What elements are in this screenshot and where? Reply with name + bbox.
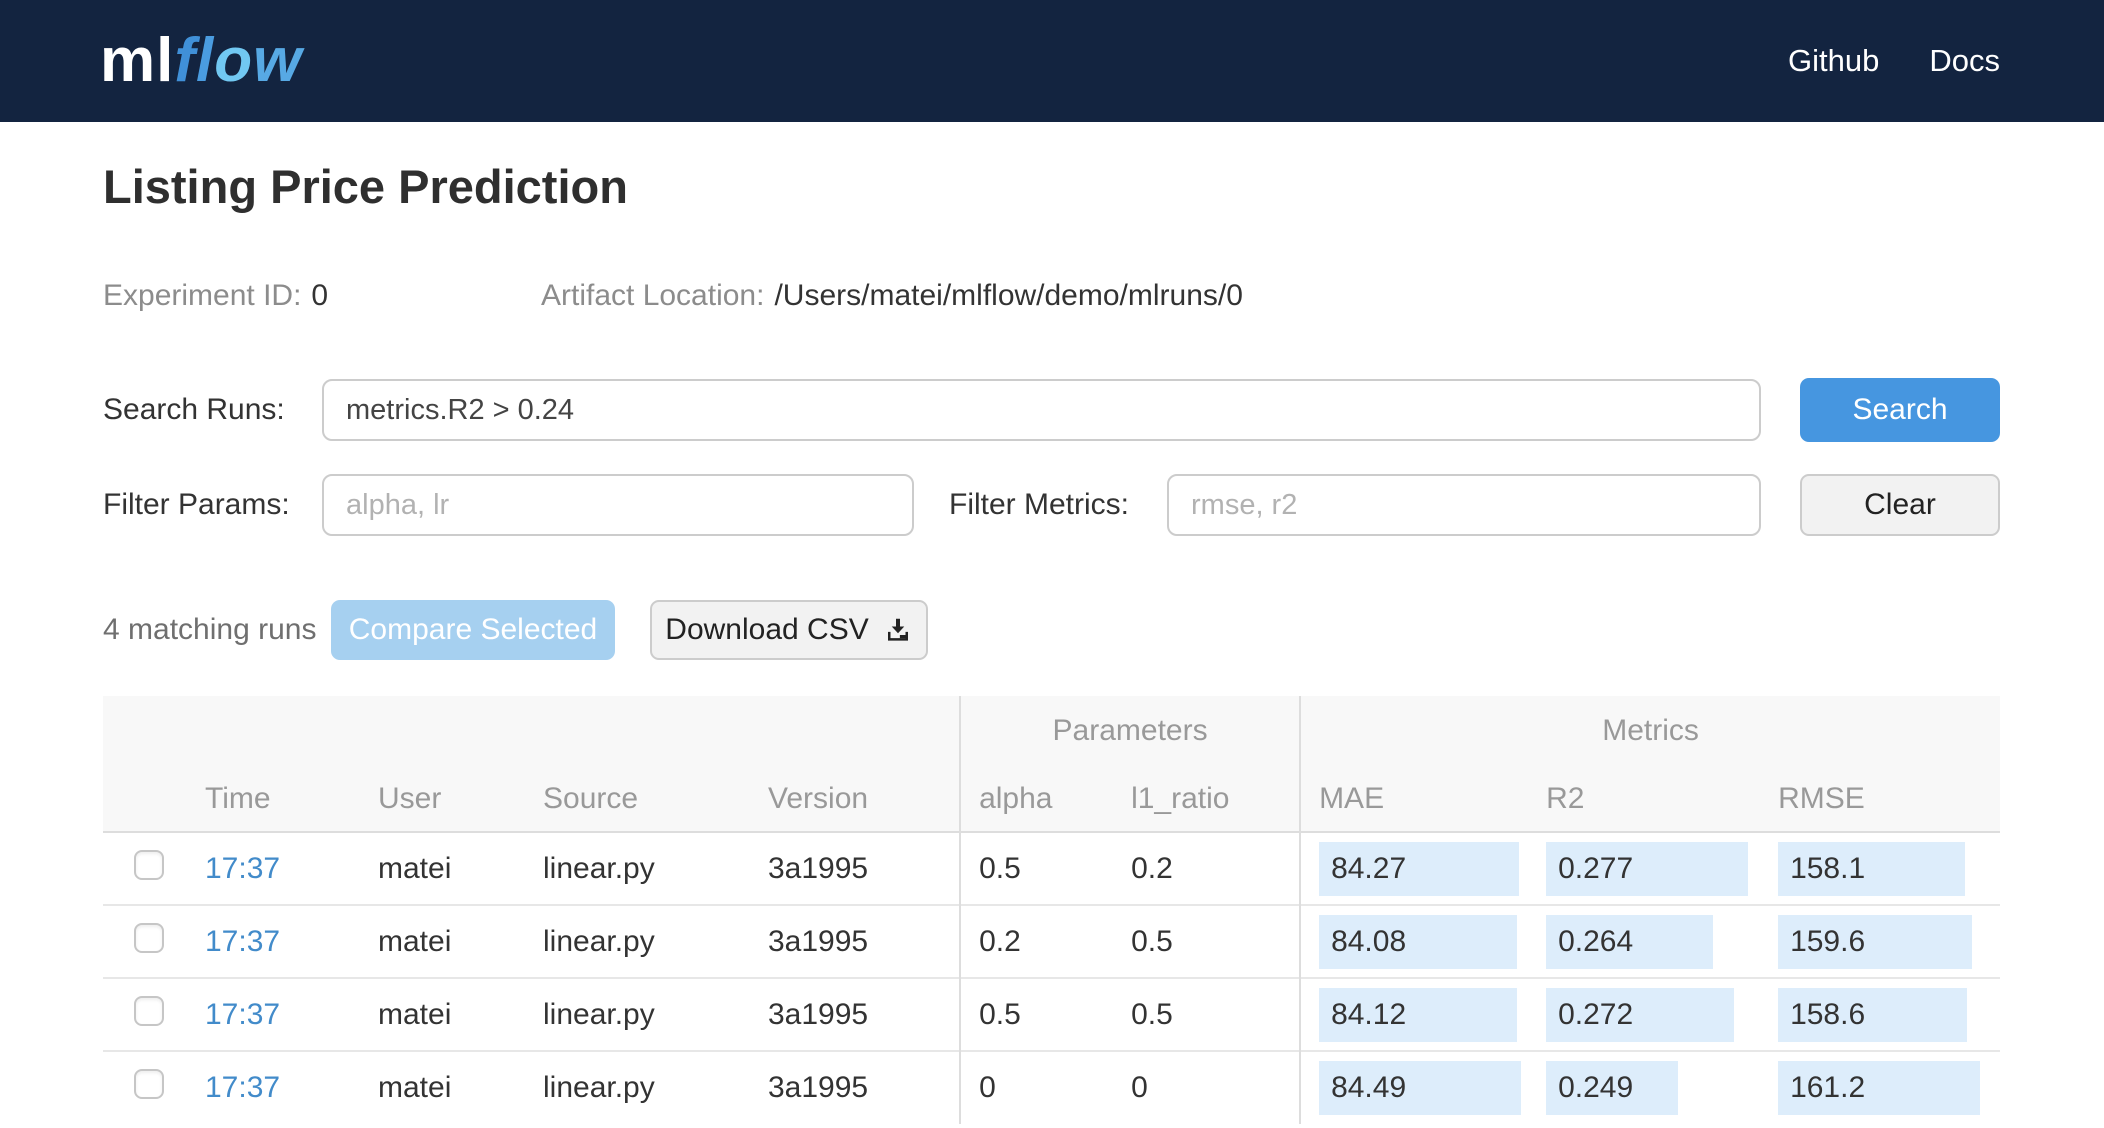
run-version: 3a1995 xyxy=(750,1050,961,1124)
col-header-rmse: RMSE xyxy=(1760,766,2001,833)
artifact-location-label: Artifact Location: xyxy=(541,279,765,312)
col-header-time: Time xyxy=(180,766,360,833)
search-runs-input[interactable] xyxy=(322,379,1761,441)
table-row: 17:37 matei linear.py 3a1995 0.5 0.2 84.… xyxy=(103,832,2000,905)
run-alpha: 0.2 xyxy=(959,904,1114,978)
run-checkbox[interactable] xyxy=(133,1069,164,1099)
run-l1-ratio: 0.5 xyxy=(1113,904,1301,978)
top-navbar: mlflow Github Docs xyxy=(0,0,2104,122)
run-r2: 0.272 xyxy=(1546,987,1735,1042)
experiment-info-row: Experiment ID: 0 Artifact Location: /Use… xyxy=(103,278,2000,314)
filter-metrics-label: Filter Metrics: xyxy=(949,488,1129,521)
search-button[interactable]: Search xyxy=(1800,378,2000,442)
col-header-checkbox xyxy=(103,766,180,833)
artifact-location-value: /Users/matei/mlflow/demo/mlruns/0 xyxy=(774,279,1243,312)
logo-ml-text: ml xyxy=(100,26,175,95)
clear-button[interactable]: Clear xyxy=(1800,474,2000,536)
artifact-location-block: Artifact Location: /Users/matei/mlflow/d… xyxy=(541,279,1243,313)
page-title: Listing Price Prediction xyxy=(103,160,628,213)
compare-selected-button[interactable]: Compare Selected xyxy=(331,600,615,660)
col-header-r2: R2 xyxy=(1528,766,1761,833)
filter-metrics-input[interactable] xyxy=(1167,474,1761,536)
run-mae: 84.12 xyxy=(1319,987,1518,1042)
col-header-source: Source xyxy=(525,766,750,833)
run-source: linear.py xyxy=(525,977,750,1051)
run-mae: 84.49 xyxy=(1319,1061,1522,1115)
col-header-alpha: alpha xyxy=(959,766,1114,833)
nav-link-docs[interactable]: Docs xyxy=(1929,43,2000,79)
table-row: 17:37 matei linear.py 3a1995 0.2 0.5 84.… xyxy=(103,904,2001,978)
run-source: linear.py xyxy=(525,904,750,978)
run-time-link[interactable]: 17:37 xyxy=(205,925,280,958)
run-r2: 0.264 xyxy=(1546,914,1714,969)
matching-runs-count: 4 matching runs xyxy=(103,613,317,646)
experiment-id-label: Experiment ID: xyxy=(103,279,302,312)
filter-params-input[interactable] xyxy=(322,474,914,536)
run-rmse: 159.6 xyxy=(1778,914,1973,969)
download-icon xyxy=(887,618,908,641)
run-checkbox[interactable] xyxy=(133,995,164,1026)
run-version: 3a1995 xyxy=(750,904,961,978)
filter-params-label: Filter Params: xyxy=(103,488,290,521)
mlflow-logo[interactable]: mlflow xyxy=(100,30,302,92)
run-l1-ratio: 0.5 xyxy=(1113,977,1301,1051)
col-header-mae: MAE xyxy=(1299,766,1529,833)
col-header-user: User xyxy=(360,766,525,833)
run-version: 3a1995 xyxy=(750,977,961,1051)
run-time-link[interactable]: 17:37 xyxy=(205,998,280,1031)
run-version: 3a1995 xyxy=(768,851,869,885)
run-rmse: 158.1 xyxy=(1778,841,1966,896)
run-r2: 0.277 xyxy=(1546,841,1749,896)
run-l1-ratio: 0.2 xyxy=(1131,851,1173,885)
run-time-link[interactable]: 17:37 xyxy=(205,1071,280,1104)
col-header-version: Version xyxy=(750,766,961,833)
run-user: matei xyxy=(360,904,525,978)
run-alpha: 0.5 xyxy=(959,977,1114,1051)
run-time-link[interactable]: 17:37 xyxy=(205,852,280,885)
experiment-id-block: Experiment ID: 0 xyxy=(103,279,541,313)
page-content: Listing Price Prediction Experiment ID: … xyxy=(0,160,2104,1124)
group-header-parameters: Parameters xyxy=(959,696,1301,766)
nav-link-github[interactable]: Github xyxy=(1788,43,1879,79)
experiment-id-value: 0 xyxy=(311,279,329,312)
logo-flow-text: flow xyxy=(174,26,303,95)
table-row: 17:37 matei linear.py 3a1995 0.5 0.5 84.… xyxy=(103,977,2001,1051)
run-mae: 84.27 xyxy=(1319,841,1520,896)
col-header-l1-ratio: l1_ratio xyxy=(1113,766,1301,833)
actions-row: 4 matching runs Compare Selected Downloa… xyxy=(103,600,2000,660)
run-alpha: 0 xyxy=(959,1050,1114,1124)
run-user: matei xyxy=(360,977,525,1051)
run-alpha: 0.5 xyxy=(959,832,1114,905)
filter-row: Filter Params: Filter Metrics: Clear xyxy=(103,474,2000,536)
group-header-metrics: Metrics xyxy=(1299,696,2001,766)
run-source: linear.py xyxy=(543,851,655,885)
run-source: linear.py xyxy=(525,1050,750,1124)
download-csv-label: Download CSV xyxy=(665,613,869,646)
run-checkbox[interactable] xyxy=(133,922,164,953)
run-rmse: 161.2 xyxy=(1778,1061,1981,1115)
download-csv-button[interactable]: Download CSV xyxy=(650,600,928,660)
search-runs-row: Search Runs: Search xyxy=(103,378,2000,442)
table-row: 17:37 matei linear.py 3a1995 0 0 84.49 0… xyxy=(103,1050,2001,1124)
run-l1-ratio: 0 xyxy=(1113,1050,1301,1124)
run-mae: 84.08 xyxy=(1319,914,1518,969)
search-runs-label: Search Runs: xyxy=(103,393,285,426)
run-user: matei xyxy=(360,1050,525,1124)
group-header-spacer xyxy=(103,696,960,766)
runs-table-header: Parameters Metrics Time User Source Vers… xyxy=(103,696,2001,833)
run-rmse: 158.6 xyxy=(1778,987,1968,1042)
run-r2: 0.249 xyxy=(1546,1061,1679,1115)
run-checkbox[interactable] xyxy=(133,849,164,880)
run-user: matei xyxy=(378,851,452,885)
navbar-links: Github Docs xyxy=(1788,43,2000,79)
runs-table: Parameters Metrics Time User Source Vers… xyxy=(103,696,2001,1124)
